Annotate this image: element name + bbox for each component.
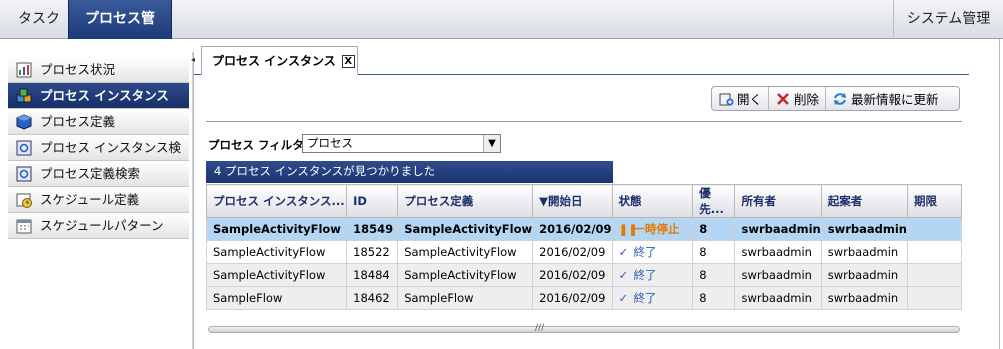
column-header-creator[interactable]: 起案者 — [820, 184, 908, 218]
separator — [206, 121, 962, 122]
system-management-link[interactable]: システム管理 — [893, 0, 1003, 39]
column-header-instance[interactable]: プロセス インスタンス... — [205, 184, 348, 218]
chart-icon — [16, 62, 32, 78]
clock-icon — [16, 193, 32, 208]
sidebar-item-label: スケジュール定義 — [40, 192, 140, 207]
column-header-owner[interactable]: 所有者 — [734, 184, 822, 218]
column-header-id[interactable]: ID — [346, 184, 399, 218]
delete-icon — [777, 92, 789, 105]
sidebar-item-instance-search[interactable]: プロセス インスタンス検索 — [8, 135, 189, 180]
right-border — [999, 39, 1000, 349]
column-header-definition[interactable]: プロセス定義 — [397, 184, 534, 218]
toolbar: 開く 削除 最新情報に更新 — [711, 86, 960, 111]
search-window-icon — [16, 166, 32, 182]
horizontal-scrollbar[interactable]: /// — [208, 323, 960, 333]
sidebar-item-label: プロセス定義 — [40, 114, 116, 129]
sidebar-item-process-status[interactable]: プロセス状況 — [8, 57, 189, 83]
tab-underline — [358, 74, 969, 75]
table-row[interactable]: SampleFlow 18462 SampleFlow 2016/02/09 ✓… — [205, 286, 963, 310]
column-header-priority[interactable]: 優先... — [692, 184, 736, 218]
instances-icon — [16, 88, 32, 103]
sidebar-splitter[interactable] — [192, 52, 194, 349]
tab-underline-left — [194, 74, 201, 75]
process-filter-select[interactable]: プロセス ▼ — [302, 134, 501, 153]
scroll-grip-icon[interactable]: /// — [535, 323, 544, 333]
delete-button[interactable]: 削除 — [769, 87, 827, 110]
sidebar: プロセス状況 プロセス インスタンス プロセス定義 プロセス インスタンス検索 … — [8, 57, 189, 239]
tab-process-instances[interactable]: プロセス インスタンス X — [201, 46, 358, 75]
collapse-arrow-icon[interactable]: ◂ — [191, 55, 195, 64]
open-button[interactable]: 開く — [712, 87, 770, 110]
tab-task[interactable]: タスク — [6, 0, 72, 39]
table-row[interactable]: SampleActivityFlow 18522 SampleActivityF… — [205, 240, 963, 264]
table-row[interactable]: SampleActivityFlow 18549 SampleActivityF… — [205, 217, 963, 241]
sidebar-item-label: プロセス定義検索 — [40, 166, 141, 181]
check-icon: ✓ — [618, 291, 629, 305]
sidebar-item-label: スケジュールパターン — [40, 218, 164, 233]
calendar-icon — [16, 219, 32, 234]
table-row[interactable]: SampleActivityFlow 18484 SampleActivityF… — [205, 263, 963, 287]
open-icon — [719, 93, 734, 105]
sort-desc-icon: ▼ — [539, 194, 548, 208]
cube-icon — [16, 114, 32, 130]
tab-process-management[interactable]: プロセス管理 — [68, 0, 172, 65]
filter-label: プロセス フィルタ: — [208, 138, 309, 152]
refresh-icon — [834, 92, 847, 105]
chevron-down-icon[interactable]: ▼ — [483, 135, 500, 152]
results-count-bar: 4 プロセス インスタンスが見つかりました — [206, 161, 613, 183]
check-icon: ✓ — [618, 268, 629, 282]
refresh-button[interactable]: 最新情報に更新 — [826, 87, 945, 110]
sidebar-item-schedule-pattern[interactable]: スケジュールパターン — [8, 213, 189, 239]
top-navigation-bar: タスク プロセス管理 システム管理 — [0, 0, 1003, 65]
column-header-status[interactable]: 状態 — [611, 184, 694, 218]
instances-table: プロセス インスタンス... ID プロセス定義 ▼開始日 状態 優先... 所… — [205, 184, 963, 310]
sidebar-item-process-instances[interactable]: プロセス インスタンス — [8, 83, 189, 109]
sidebar-item-label: プロセス状況 — [40, 62, 116, 77]
sidebar-item-definition-search[interactable]: プロセス定義検索 — [8, 161, 189, 187]
column-header-due[interactable]: 期限 — [906, 184, 963, 218]
sidebar-item-process-definition[interactable]: プロセス定義 — [8, 109, 189, 135]
sidebar-item-schedule-definition[interactable]: スケジュール定義 — [8, 187, 189, 213]
check-icon: ✓ — [618, 245, 629, 259]
search-window-icon — [16, 140, 32, 156]
table-header: プロセス インスタンス... ID プロセス定義 ▼開始日 状態 優先... 所… — [205, 184, 963, 218]
tab-label: プロセス インスタンス — [212, 54, 336, 68]
close-icon[interactable]: X — [341, 55, 355, 68]
pause-icon: ❚❚ — [618, 222, 638, 236]
column-header-start-date[interactable]: ▼開始日 — [532, 184, 613, 218]
sidebar-item-label: プロセス インスタンス — [40, 88, 169, 103]
